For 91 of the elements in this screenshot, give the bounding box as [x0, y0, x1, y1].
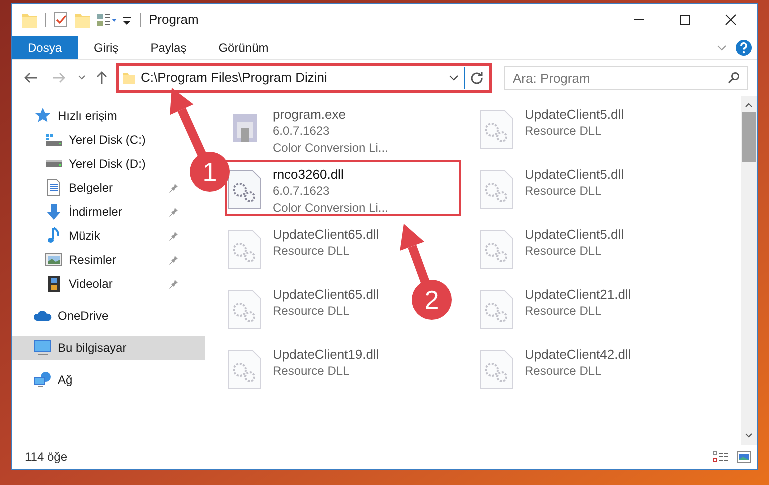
chevron-up-icon[interactable]	[745, 102, 753, 108]
file-item[interactable]: UpdateClient5.dll Resource DLL	[477, 100, 630, 156]
chevron-down-icon[interactable]	[449, 73, 459, 83]
sidebar-item[interactable]: Hızlı erişim	[12, 104, 124, 128]
gear-file-icon	[227, 350, 263, 390]
file-detail: 6.0.7.1623	[273, 183, 331, 200]
chevron-down-icon[interactable]	[78, 74, 86, 82]
sidebar-item[interactable]: Ağ	[12, 368, 79, 392]
gear-file-icon	[479, 110, 515, 150]
sidebar-item[interactable]: Yerel Disk (C:)	[12, 128, 152, 152]
file-item[interactable]: UpdateClient5.dll Resource DLL	[477, 220, 630, 276]
file-name: UpdateClient19.dll	[273, 346, 380, 363]
file-item[interactable]: UpdateClient21.dll Resource DLL	[477, 280, 638, 336]
file-item[interactable]: rnco3260.dll 6.0.7.1623 Color Conversion Li...	[225, 160, 461, 216]
file-name: UpdateClient65.dll	[273, 226, 380, 243]
drive-icon	[45, 131, 63, 149]
file-name: rnco3260.dll	[273, 166, 345, 183]
ribbon-tab[interactable]: Giriş	[78, 36, 135, 59]
file-item[interactable]: UpdateClient65.dll Resource DLL	[225, 280, 386, 336]
gear-file-icon	[227, 230, 263, 270]
file-name: UpdateClient5.dll	[525, 166, 624, 183]
gear-file-icon	[227, 290, 263, 330]
pin-icon[interactable]	[169, 231, 179, 241]
file-detail: Resource DLL	[273, 303, 351, 320]
gear-file-icon	[227, 170, 263, 210]
file-name: UpdateClient5.dll	[525, 106, 624, 123]
ribbon-tab[interactable]: Görünüm	[202, 36, 285, 59]
document-icon	[45, 179, 63, 197]
image-icon	[45, 251, 63, 269]
sidebar-item[interactable]: Müzik	[12, 224, 185, 248]
chevron-down-icon[interactable]	[745, 433, 753, 439]
star-icon	[34, 107, 52, 125]
file-detail: Resource DLL	[273, 243, 351, 260]
item-count: 114 öğe	[25, 449, 68, 466]
sidebar-item[interactable]: İndirmeler	[12, 200, 185, 224]
sidebar-item[interactable]: Yerel Disk (D:)	[12, 152, 152, 176]
ribbon-tab[interactable]: Dosya	[12, 36, 78, 59]
file-detail: 6.0.7.1623	[273, 123, 331, 140]
pin-icon[interactable]	[169, 255, 179, 265]
file-detail: Resource DLL	[525, 123, 603, 140]
file-detail: Resource DLL	[525, 303, 603, 320]
pin-icon[interactable]	[169, 183, 179, 193]
scrollbar[interactable]	[741, 96, 757, 445]
file-detail: Color Conversion Li...	[273, 200, 388, 217]
gear-file-icon	[479, 170, 515, 210]
close-icon[interactable]	[725, 14, 737, 26]
drive-icon	[45, 160, 63, 168]
sidebar-item[interactable]: Videolar	[12, 272, 185, 296]
pin-icon[interactable]	[169, 279, 179, 289]
help-icon[interactable]	[736, 40, 752, 56]
file-name: program.exe	[273, 106, 347, 123]
file-name: UpdateClient42.dll	[525, 346, 632, 363]
ribbon-tab[interactable]: Paylaş	[134, 36, 203, 59]
up-arrow-icon[interactable]	[96, 71, 108, 85]
monitor-icon	[34, 339, 52, 357]
sidebar-item[interactable]: Belgeler	[12, 176, 185, 200]
file-item[interactable]: UpdateClient19.dll Resource DLL	[225, 340, 386, 396]
refresh-icon[interactable]	[470, 71, 484, 85]
file-detail: Resource DLL	[273, 363, 351, 380]
file-item[interactable]: UpdateClient65.dll Resource DLL	[225, 220, 386, 276]
film-icon	[45, 275, 63, 293]
network-icon	[34, 371, 52, 389]
download-arrow-icon	[45, 203, 63, 221]
file-detail: Color Conversion Li...	[273, 140, 388, 157]
maximize-icon[interactable]	[679, 14, 691, 26]
gear-file-icon	[479, 350, 515, 390]
sidebar-item[interactable]: Resimler	[12, 248, 185, 272]
sidebar-item[interactable]: OneDrive	[12, 304, 115, 328]
search-icon[interactable]	[728, 72, 740, 84]
folder-icon	[122, 71, 136, 85]
large-icons-view-icon[interactable]	[737, 451, 751, 463]
pin-icon[interactable]	[169, 207, 179, 217]
file-item[interactable]: UpdateClient5.dll Resource DLL	[477, 160, 630, 216]
file-detail: Resource DLL	[525, 183, 603, 200]
file-detail: Resource DLL	[525, 363, 603, 380]
file-name: UpdateClient21.dll	[525, 286, 632, 303]
file-name: UpdateClient65.dll	[273, 286, 380, 303]
file-detail: Resource DLL	[525, 243, 603, 260]
scrollbar-thumb[interactable]	[742, 112, 756, 162]
file-name: UpdateClient5.dll	[525, 226, 624, 243]
file-item[interactable]: UpdateClient42.dll Resource DLL	[477, 340, 638, 396]
back-arrow-icon[interactable]	[24, 72, 38, 84]
address-bar[interactable]: C:\Program Files\Program Dizini	[116, 63, 492, 93]
window-title: Program	[149, 11, 200, 30]
properties-icon[interactable]	[96, 12, 118, 28]
gear-file-icon	[479, 290, 515, 330]
gear-file-icon	[479, 230, 515, 270]
search-field[interactable]: Ara: Program	[504, 66, 748, 90]
sidebar-item[interactable]: Bu bilgisayar	[12, 336, 205, 360]
details-view-icon[interactable]	[713, 451, 729, 463]
checklist-icon[interactable]	[54, 12, 68, 28]
